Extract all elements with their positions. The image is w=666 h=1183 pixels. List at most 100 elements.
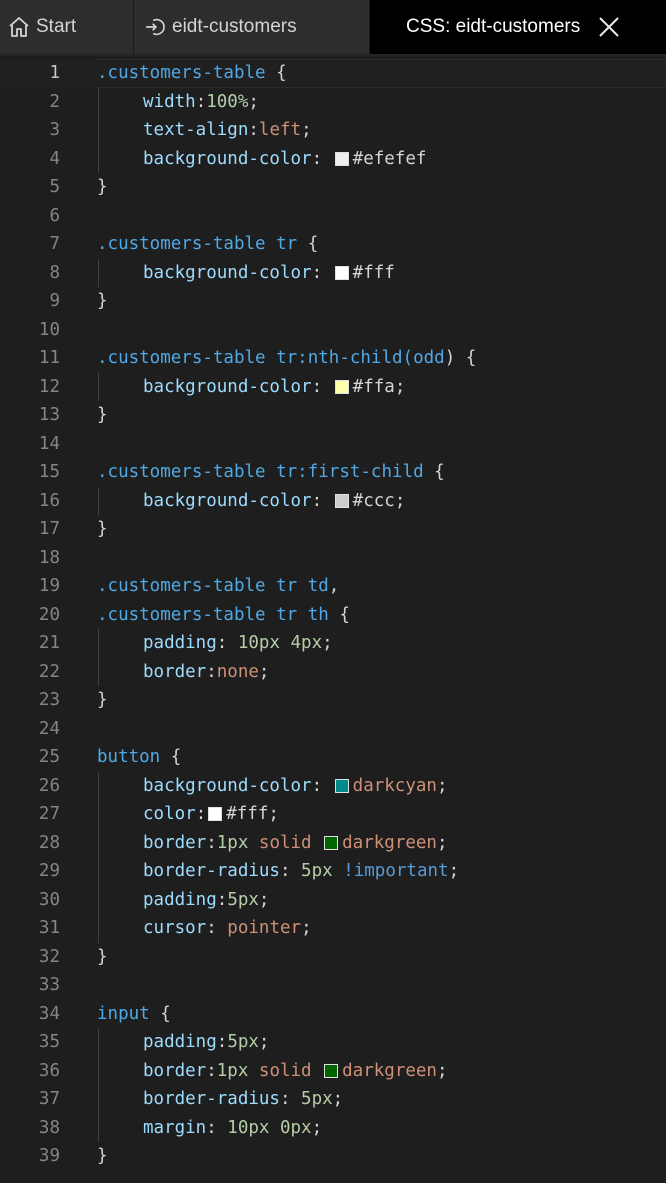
indent-guide (98, 1085, 99, 1114)
code-line[interactable]: 5} (0, 173, 666, 202)
color-swatch[interactable] (334, 151, 349, 166)
color-swatch[interactable] (334, 778, 349, 793)
token-punc: } (97, 177, 108, 197)
token-punc: ; (301, 120, 312, 140)
code-text: } (97, 287, 108, 316)
code-line[interactable]: 22 border: none; (0, 657, 666, 687)
line-number: 19 (38, 576, 60, 596)
token-num: 1px (216, 1060, 249, 1081)
code-text: } (97, 173, 108, 202)
indent-guide (98, 828, 99, 857)
code-line[interactable]: 36 border:1px solid darkgreen; (0, 1056, 666, 1085)
code-line[interactable]: 16 background-color: #ccc; (0, 486, 666, 516)
line-number: 23 (38, 690, 60, 710)
color-swatch[interactable] (324, 835, 339, 850)
code-line[interactable]: 12 background-color: #ffa; (0, 372, 666, 401)
line-number: 1 (49, 63, 60, 83)
token-prop: color (143, 804, 196, 824)
code-line[interactable]: 39} (0, 1142, 666, 1171)
token-prop: border-radius (143, 861, 280, 881)
token-punc: { (149, 1003, 171, 1024)
code-line[interactable]: 13} (0, 401, 666, 430)
code-text: background-color: #efefef (143, 145, 426, 174)
color-swatch[interactable] (334, 493, 349, 508)
code-text: text-align: left; (143, 116, 312, 145)
code-line[interactable]: 11 .customers-table tr:nth-child(odd) { (0, 344, 666, 373)
token-sel: .customers-table tr th (97, 604, 329, 625)
token-punc: , (328, 576, 340, 596)
token-punc: ; (436, 775, 448, 796)
line-number: 26 (38, 775, 60, 796)
indent-guide (98, 657, 99, 686)
code-line[interactable]: 4 background-color: #efefef (0, 144, 666, 174)
code-line[interactable]: 31 cursor: pointer; (0, 914, 666, 943)
token-sel: .customers-table tr (97, 234, 298, 254)
code-line[interactable]: 3 text-align: left; (0, 116, 666, 145)
line-number: 29 (38, 861, 60, 881)
code-line[interactable]: 28 border:1px solid darkgreen; (0, 828, 666, 857)
tab-eidt-customers[interactable]: eidt-customers (134, 0, 370, 54)
code-text: border: none; (143, 658, 269, 687)
code-line[interactable]: 32} (0, 943, 666, 972)
token-prop: border (143, 661, 207, 682)
token-punc: ; (311, 1117, 323, 1138)
code-line[interactable]: 20 .customers-table tr th { (0, 601, 666, 630)
token-punc: } (97, 1146, 108, 1166)
code-line[interactable]: 25 button { (0, 743, 666, 772)
code-text: background-color: #ccc; (143, 487, 405, 516)
code-line[interactable]: 6 (0, 202, 666, 231)
code-line[interactable]: 37 border-radius: 5px; (0, 1085, 666, 1114)
code-line[interactable]: 38 margin: 10px 0px; (0, 1113, 666, 1142)
code-line[interactable]: 24 (0, 715, 666, 744)
indent-guide (98, 116, 99, 145)
code-editor[interactable]: 1 .customers-table {2 width:100%; 3 text-ali… (0, 56, 666, 1183)
code-line[interactable]: 19 .customers-table tr td, (0, 572, 666, 601)
code-line[interactable]: 10 (0, 316, 666, 345)
code-line[interactable]: 26 background-color: darkcyan; (0, 771, 666, 800)
code-line[interactable]: 17} (0, 515, 666, 544)
token-prop: margin (143, 1117, 207, 1138)
code-line[interactable]: 23} (0, 686, 666, 715)
token-sel: input (97, 1003, 150, 1024)
line-number: 15 (38, 462, 60, 482)
code-line[interactable]: 9} (0, 287, 666, 316)
code-line[interactable]: 29 border-radius: 5px !important; (0, 857, 666, 886)
close-icon[interactable] (596, 14, 622, 40)
code-text: padding: 10px 4px; (143, 629, 333, 658)
code-line[interactable]: 30 padding:5px; (0, 885, 666, 914)
code-text: cursor: pointer; (143, 914, 312, 943)
code-line[interactable]: 14 (0, 430, 666, 459)
token-imp: !important (332, 861, 449, 881)
line-number: 7 (49, 234, 60, 254)
code-line[interactable]: 7 .customers-table tr { (0, 230, 666, 259)
code-line[interactable]: 34 input { (0, 1000, 666, 1029)
line-number: 39 (38, 1146, 60, 1166)
code-line[interactable]: 27 color: #fff; (0, 800, 666, 829)
token-punc: : (195, 91, 207, 112)
code-line[interactable]: 2 width:100%; (0, 87, 666, 116)
token-sel: .customers-table (97, 63, 266, 83)
token-punc: } (97, 291, 108, 311)
color-swatch[interactable] (208, 807, 223, 822)
code-line[interactable]: 33 (0, 971, 666, 1000)
line-number: 18 (38, 547, 60, 568)
tab-css-eidt-customers[interactable]: CSS: eidt-customers (370, 0, 666, 54)
code-line[interactable]: 18 (0, 544, 666, 573)
code-line[interactable]: 35 padding:5px; (0, 1028, 666, 1057)
code-text: background-color: #fff (143, 259, 395, 288)
line-number: 34 (38, 1003, 60, 1024)
code-line[interactable]: 15 .customers-table tr:first-child { (0, 458, 666, 487)
tab-start[interactable]: Start (0, 0, 134, 54)
indent-guide (98, 258, 99, 287)
line-number: 12 (38, 376, 60, 397)
code-line[interactable]: 21 padding: 10px 4px; (0, 629, 666, 658)
code-line[interactable]: 8 background-color: #fff (0, 258, 666, 288)
code-line[interactable]: 1 .customers-table { (0, 59, 666, 88)
color-swatch[interactable] (324, 1063, 339, 1078)
tab-label: CSS: eidt-customers (406, 16, 581, 37)
color-swatch[interactable] (334, 265, 349, 280)
token-punc: ; (436, 832, 448, 853)
token-punc: : (279, 1089, 302, 1109)
color-swatch[interactable] (334, 379, 349, 394)
token-prop: padding (143, 889, 217, 910)
